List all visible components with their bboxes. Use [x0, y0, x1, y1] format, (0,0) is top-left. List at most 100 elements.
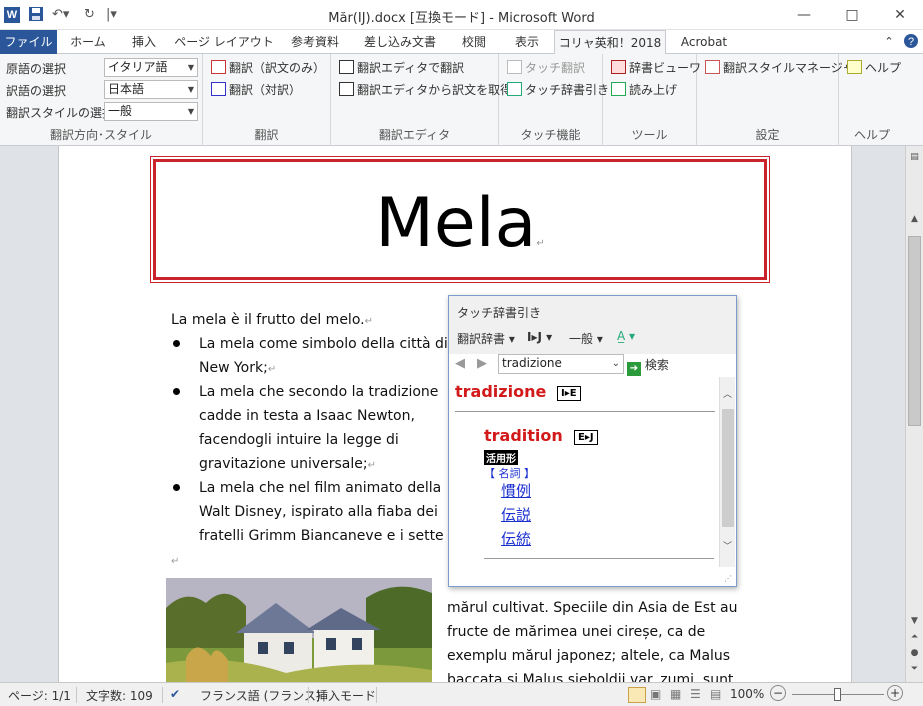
right-column-line[interactable]: baccata și Malus sieboldii var. zumi, su… [447, 668, 733, 682]
house-photo[interactable] [166, 578, 432, 682]
tab-mailings[interactable]: 差し込み文書 [356, 30, 444, 54]
paragraph-mark: ↵ [171, 556, 180, 567]
tab-page-layout[interactable]: ページ レイアウト [174, 30, 274, 54]
ruler-toggle-icon[interactable]: ▤ [906, 152, 923, 162]
zoom-in-button[interactable]: + [887, 685, 903, 701]
translation-link[interactable]: 伝説 [501, 504, 531, 525]
dictionary-menu-button[interactable]: 翻訳辞書 ▾ [457, 330, 515, 347]
resize-grip-icon[interactable]: ⋰ [724, 574, 732, 583]
zoom-level[interactable]: 100% [730, 687, 764, 701]
list-item-line[interactable]: fratelli Grimm Biancaneve e i sette na [199, 524, 466, 548]
target-language-select[interactable]: 日本語 ▼ [104, 80, 198, 99]
search-button[interactable]: ➔ 検索 [627, 356, 669, 376]
tab-references[interactable]: 参考資料 [280, 30, 350, 54]
zoom-slider-handle[interactable] [834, 688, 841, 701]
separator [76, 687, 77, 703]
tab-insert[interactable]: 挿入 [119, 30, 169, 54]
group-label: 翻訳方向･スタイル [49, 128, 152, 142]
list-item-line[interactable]: Walt Disney, ispirato alla fiaba dei [199, 500, 438, 524]
group-label: ツール [631, 128, 668, 142]
insert-mode-indicator[interactable]: 挿入モード [316, 687, 376, 704]
direction-menu-button[interactable]: I▸J ▾ [527, 330, 552, 344]
word-count[interactable]: 文字数: 109 [86, 687, 153, 704]
web-layout-view-icon[interactable]: ▦ [670, 687, 681, 701]
translation-link[interactable]: 伝統 [501, 528, 531, 549]
collapse-ribbon-icon[interactable]: ⌃ [880, 30, 898, 54]
intro-text: La mela è il frutto del melo. [171, 312, 365, 328]
popup-scroll-thumb[interactable] [722, 409, 734, 527]
read-aloud-button[interactable]: 読み上げ [611, 82, 677, 98]
translate-target-only-button[interactable]: 翻訳（訳文のみ） [211, 60, 325, 76]
chevron-down-icon: ▼ [187, 85, 194, 94]
source-language-select[interactable]: イタリア語 ▼ [104, 58, 198, 77]
vertical-scrollbar[interactable]: ▤ ▲ ▼ ⏶ ● ⏷ [905, 146, 923, 682]
inflection-label[interactable]: 活用形 [484, 450, 518, 465]
list-item[interactable]: La mela che nel film animato della [199, 476, 441, 500]
get-from-editor-button[interactable]: 翻訳エディタから訳文を取得 [339, 82, 512, 98]
divider [484, 558, 714, 559]
proofing-icon[interactable]: ✔ [170, 687, 180, 701]
print-layout-view-icon[interactable] [628, 687, 646, 703]
empty-paragraph[interactable]: ↵ [171, 548, 179, 574]
help-button[interactable]: ヘルプ [847, 60, 901, 76]
close-button[interactable]: ✕ [884, 5, 916, 25]
style-menu-button[interactable]: 一般 ▾ [569, 330, 603, 347]
draft-view-icon[interactable]: ▤ [710, 687, 721, 701]
scroll-up-icon[interactable]: ︿ [720, 387, 735, 400]
bullet-marker [173, 340, 180, 347]
translation-link[interactable]: 慣例 [501, 480, 531, 501]
list-item-text: gravitazione universale; [199, 456, 368, 472]
bullet-marker [173, 484, 180, 491]
list-item-line[interactable]: New York;↵ [199, 356, 276, 382]
right-column-line[interactable]: fructe de mărimea unei cireșe, ca de [447, 620, 705, 644]
next-page-icon[interactable]: ⏷ [906, 664, 923, 674]
search-input[interactable]: tradizione ⌄ [498, 354, 624, 374]
document-title[interactable]: Mela↵ [156, 184, 764, 263]
right-column-line[interactable]: mărul cultivat. Speciile din Asia de Est… [447, 596, 737, 620]
list-item-line[interactable]: cadde in testa a Isaac Newton, [199, 404, 415, 428]
touch-dictionary-popup[interactable]: タッチ辞書引き 翻訳辞書 ▾ I▸J ▾ 一般 ▾ A̲ ▾ ◀ ▶ tradi… [448, 295, 737, 587]
full-screen-view-icon[interactable]: ▣ [650, 687, 661, 701]
zoom-out-button[interactable]: − [770, 685, 786, 701]
tab-acrobat[interactable]: Acrobat [672, 30, 736, 54]
list-item[interactable]: La mela che secondo la tradizione [199, 380, 438, 404]
list-item-line[interactable]: facendogli intuire la legge di [199, 428, 399, 452]
help-icon[interactable]: ? [902, 30, 920, 54]
dictionary-result[interactable]: tradizione I▸E tradition E▸J 活用形 【 名詞 】 … [453, 377, 719, 567]
tab-view[interactable]: 表示 [504, 30, 550, 54]
scroll-thumb[interactable] [908, 236, 921, 426]
list-item[interactable]: La mela come simbolo della città di [199, 332, 448, 356]
right-column-line[interactable]: exemplu mărul japonez; altele, ca Malus [447, 644, 730, 668]
group-label: 設定 [755, 128, 780, 142]
previous-page-icon[interactable]: ⏶ [906, 632, 923, 642]
language-indicator[interactable]: フランス語 (フランス) [200, 687, 321, 704]
intro-paragraph[interactable]: La mela è il frutto del melo.↵ [171, 308, 373, 334]
translate-parallel-button[interactable]: 翻訳（対訳） [211, 82, 301, 98]
tab-review[interactable]: 校閲 [450, 30, 498, 54]
entry-direction-badge: E▸J [574, 429, 598, 445]
scroll-down-icon[interactable]: ﹀ [720, 539, 735, 552]
page-indicator[interactable]: ページ: 1/1 [8, 687, 71, 704]
dictionary-viewer-button[interactable]: 辞書ビューワ [611, 60, 701, 76]
headword-direction-badge: I▸E [557, 385, 581, 401]
outline-view-icon[interactable]: ☰ [690, 687, 701, 701]
tab-file[interactable]: ファイル [0, 30, 57, 54]
font-color-icon[interactable]: A̲ ▾ [617, 329, 635, 343]
touch-translate-button[interactable]: タッチ翻訳 [507, 60, 585, 76]
style-manager-button[interactable]: 翻訳スタイルマネージャ [705, 60, 854, 76]
list-item-line[interactable]: gravitazione universale;↵ [199, 452, 376, 478]
scroll-down-icon[interactable]: ▼ [906, 616, 923, 626]
tab-korya-eiwa[interactable]: コリャ英和！2018 [554, 30, 666, 55]
back-icon[interactable]: ◀ [455, 356, 465, 371]
translate-in-editor-button[interactable]: 翻訳エディタで翻訳 [339, 60, 464, 76]
tab-home[interactable]: ホーム [62, 30, 114, 54]
translation-style-select[interactable]: 一般 ▼ [104, 102, 198, 121]
touch-dictionary-button[interactable]: タッチ辞書引き [507, 82, 609, 98]
scroll-up-icon[interactable]: ▲ [906, 214, 923, 224]
maximize-button[interactable]: □ [836, 5, 868, 25]
button-label: 検索 [644, 358, 669, 372]
browse-object-icon[interactable]: ● [906, 648, 923, 658]
minimize-button[interactable]: — [788, 5, 820, 25]
forward-icon[interactable]: ▶ [477, 356, 487, 371]
popup-scrollbar[interactable]: ︿ ﹀ [719, 377, 735, 567]
